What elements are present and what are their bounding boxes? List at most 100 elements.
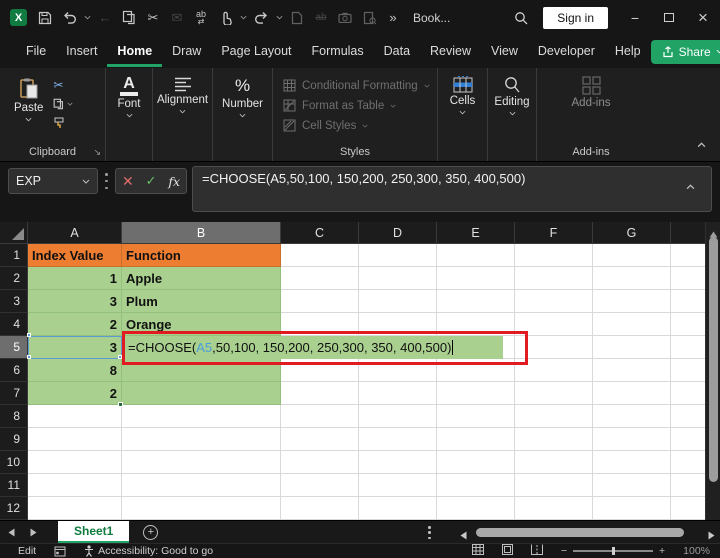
cancel-icon[interactable]: ✕ <box>122 173 134 190</box>
tab-data[interactable]: Data <box>374 36 420 67</box>
share-button[interactable]: Share <box>650 39 720 64</box>
row-header[interactable]: 1 <box>0 244 28 267</box>
redo-dropdown-icon[interactable] <box>273 6 285 30</box>
add-sheet-icon[interactable]: + <box>143 524 159 540</box>
cell-b4[interactable]: Orange <box>122 313 281 336</box>
row-header[interactable]: 8 <box>0 405 28 428</box>
save-icon[interactable] <box>33 6 57 30</box>
cell-editor[interactable]: =CHOOSE(A5,50,100, 150,200, 250,300, 350… <box>123 336 503 359</box>
more-commands-icon[interactable]: » <box>381 6 405 30</box>
cell[interactable] <box>515 497 593 520</box>
collapse-ribbon-icon[interactable] <box>697 135 706 153</box>
row-header[interactable]: 6 <box>0 359 28 382</box>
tab-view[interactable]: View <box>481 36 528 67</box>
name-box[interactable]: EXP <box>8 168 98 194</box>
macro-record-icon[interactable] <box>54 546 66 557</box>
cell[interactable] <box>437 267 515 290</box>
zoom-out-icon[interactable]: − <box>561 545 567 557</box>
cell[interactable] <box>671 405 705 428</box>
cell[interactable] <box>671 451 705 474</box>
cell[interactable] <box>671 244 705 267</box>
fill-handle[interactable] <box>118 402 123 407</box>
cut-button[interactable]: ✂ <box>53 78 73 92</box>
cell[interactable] <box>515 290 593 313</box>
cell[interactable] <box>281 313 359 336</box>
cell[interactable] <box>515 382 593 405</box>
cell-a1[interactable]: Index Value <box>28 244 122 267</box>
cell[interactable] <box>515 267 593 290</box>
row-header[interactable]: 10 <box>0 451 28 474</box>
cell[interactable] <box>515 405 593 428</box>
cell[interactable] <box>515 428 593 451</box>
cell[interactable] <box>593 382 671 405</box>
cell-styles-button[interactable]: Cell Styles <box>283 119 437 132</box>
row-header[interactable]: 11 <box>0 474 28 497</box>
addins-button[interactable]: Add-ins <box>537 73 645 112</box>
cell[interactable] <box>122 405 281 428</box>
tab-formulas[interactable]: Formulas <box>302 36 374 67</box>
cell[interactable] <box>437 359 515 382</box>
cell[interactable] <box>671 474 705 497</box>
cell[interactable] <box>281 405 359 428</box>
cell[interactable] <box>671 290 705 313</box>
cell[interactable] <box>437 428 515 451</box>
cell[interactable] <box>359 382 437 405</box>
new-document-icon[interactable] <box>285 6 309 30</box>
cell[interactable] <box>122 451 281 474</box>
cell[interactable] <box>593 428 671 451</box>
tab-file[interactable]: File <box>16 36 56 67</box>
cell[interactable] <box>359 244 437 267</box>
cell[interactable] <box>437 474 515 497</box>
cell[interactable] <box>359 267 437 290</box>
cell[interactable] <box>281 244 359 267</box>
undo-dropdown-icon[interactable] <box>81 6 93 30</box>
copy-icon[interactable] <box>117 6 141 30</box>
zoom-slider[interactable] <box>573 547 653 555</box>
paste-button[interactable]: Paste <box>8 75 49 130</box>
tab-help[interactable]: Help <box>605 36 651 67</box>
cell-b6[interactable] <box>122 359 281 382</box>
workbook-name[interactable]: Book... <box>405 11 458 25</box>
cell-a7[interactable]: 2 <box>28 382 122 405</box>
print-preview-icon[interactable] <box>357 6 381 30</box>
column-header-g[interactable]: G <box>593 222 671 244</box>
column-header-d[interactable]: D <box>359 222 437 244</box>
cell-b2[interactable]: Apple <box>122 267 281 290</box>
undo-icon[interactable] <box>57 6 81 30</box>
font-menu-button[interactable]: A Font <box>106 73 152 121</box>
cell[interactable] <box>593 267 671 290</box>
copy-button[interactable] <box>53 97 73 111</box>
hscroll-left-icon[interactable] <box>460 527 467 545</box>
cell-a3[interactable]: 3 <box>28 290 122 313</box>
maximize-button[interactable] <box>652 0 686 35</box>
row-header[interactable]: 12 <box>0 497 28 520</box>
formula-input[interactable]: =CHOOSE(A5,50,100, 150,200, 250,300, 350… <box>192 166 712 212</box>
page-layout-view-icon[interactable] <box>501 544 513 558</box>
touch-mode-dropdown-icon[interactable] <box>237 6 249 30</box>
cell[interactable] <box>671 428 705 451</box>
cell[interactable] <box>281 451 359 474</box>
cell-a6[interactable]: 8 <box>28 359 122 382</box>
cell[interactable] <box>593 336 671 359</box>
cell[interactable] <box>593 405 671 428</box>
cell[interactable] <box>671 359 705 382</box>
cell[interactable] <box>593 244 671 267</box>
cell-a5-referenced[interactable]: 3 <box>28 336 122 359</box>
row-header[interactable]: 3 <box>0 290 28 313</box>
cell[interactable] <box>281 474 359 497</box>
camera-icon[interactable] <box>333 6 357 30</box>
cell[interactable] <box>122 474 281 497</box>
cell[interactable] <box>122 428 281 451</box>
tab-page-layout[interactable]: Page Layout <box>211 36 301 67</box>
cell[interactable] <box>515 244 593 267</box>
page-break-view-icon[interactable] <box>530 544 543 558</box>
cell[interactable] <box>593 474 671 497</box>
cell[interactable] <box>359 451 437 474</box>
cut-icon[interactable]: ✂ <box>141 6 165 30</box>
accessibility-status[interactable]: Accessibility: Good to go <box>84 545 213 557</box>
cell[interactable] <box>671 313 705 336</box>
cell[interactable] <box>359 428 437 451</box>
sign-in-button[interactable]: Sign in <box>543 6 608 29</box>
column-header-c[interactable]: C <box>281 222 359 244</box>
cell-b3[interactable]: Plum <box>122 290 281 313</box>
